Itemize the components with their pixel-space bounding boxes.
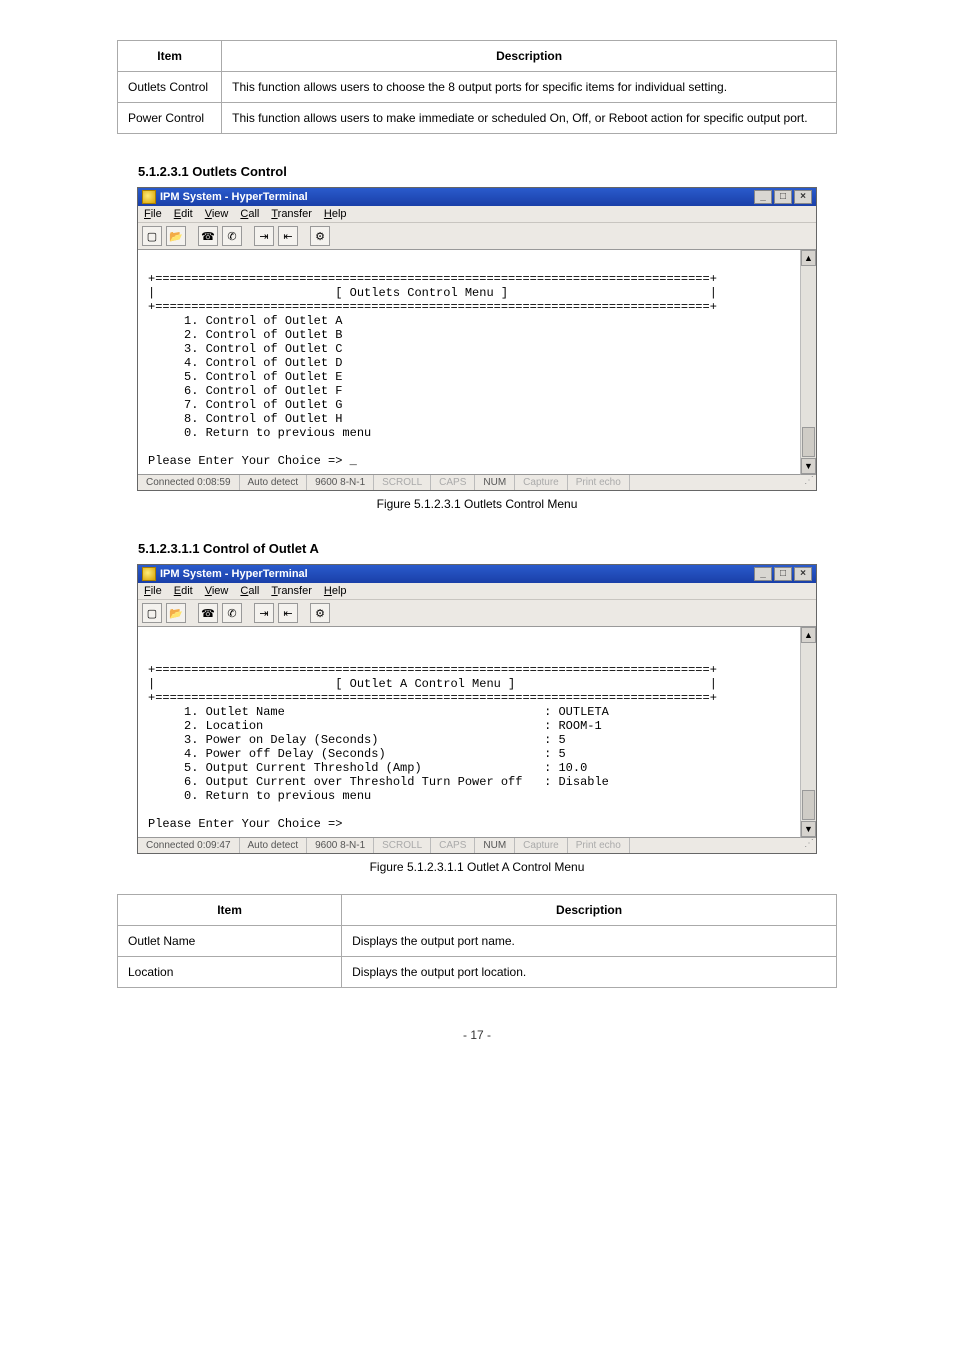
menu-transfer[interactable]: Transfer: [271, 585, 312, 597]
scroll-thumb[interactable]: [802, 790, 815, 820]
scroll-up-icon[interactable]: ▲: [801, 627, 816, 643]
table2-header-desc: Description: [342, 895, 837, 926]
app-icon: [142, 190, 156, 204]
menu-edit[interactable]: Edit: [174, 208, 193, 220]
resize-grip-icon[interactable]: ⋰: [800, 838, 816, 853]
connect-icon[interactable]: ☎: [198, 226, 218, 246]
toolbar: ▢ 📂 ☎ ✆ ⇥ ⇤ ⚙: [138, 600, 816, 627]
section-heading-outlet-a: 5.1.2.3.1.1 Control of Outlet A: [138, 541, 894, 556]
minimize-button[interactable]: _: [754, 190, 772, 204]
table-row: Location Displays the output port locati…: [118, 957, 837, 988]
table-row: Outlet Name Displays the output port nam…: [118, 926, 837, 957]
hyperterminal-window-1: IPM System - HyperTerminal _ □ × File Ed…: [137, 187, 817, 491]
open-icon[interactable]: 📂: [166, 603, 186, 623]
maximize-button[interactable]: □: [774, 190, 792, 204]
scroll-thumb[interactable]: [802, 427, 815, 457]
minimize-button[interactable]: _: [754, 567, 772, 581]
menubar: File Edit View Call Transfer Help: [138, 206, 816, 223]
table1-header-item: Item: [118, 41, 222, 72]
resize-grip-icon[interactable]: ⋰: [800, 475, 816, 490]
disconnect-icon[interactable]: ✆: [222, 226, 242, 246]
item-description-table-2: Item Description Outlet Name Displays th…: [117, 894, 837, 988]
scroll-up-icon[interactable]: ▲: [801, 250, 816, 266]
menu-view[interactable]: View: [205, 585, 229, 597]
open-icon[interactable]: 📂: [166, 226, 186, 246]
window-title: IPM System - HyperTerminal: [160, 191, 308, 203]
scroll-down-icon[interactable]: ▼: [801, 458, 816, 474]
toolbar: ▢ 📂 ☎ ✆ ⇥ ⇤ ⚙: [138, 223, 816, 250]
scroll-down-icon[interactable]: ▼: [801, 821, 816, 837]
new-icon[interactable]: ▢: [142, 226, 162, 246]
hyperterminal-window-2: IPM System - HyperTerminal _ □ × File Ed…: [137, 564, 817, 854]
status-connected: Connected 0:09:47: [138, 838, 240, 853]
titlebar[interactable]: IPM System - HyperTerminal _ □ ×: [138, 188, 816, 206]
table1-header-desc: Description: [222, 41, 837, 72]
menu-call[interactable]: Call: [240, 585, 259, 597]
properties-icon[interactable]: ⚙: [310, 226, 330, 246]
window-title: IPM System - HyperTerminal: [160, 568, 308, 580]
menu-transfer[interactable]: Transfer: [271, 208, 312, 220]
close-button[interactable]: ×: [794, 567, 812, 581]
menu-call[interactable]: Call: [240, 208, 259, 220]
titlebar[interactable]: IPM System - HyperTerminal _ □ ×: [138, 565, 816, 583]
menu-help[interactable]: Help: [324, 208, 347, 220]
terminal-output: +=======================================…: [138, 250, 800, 475]
connect-icon[interactable]: ☎: [198, 603, 218, 623]
menu-edit[interactable]: Edit: [174, 585, 193, 597]
table-row: Power Control This function allows users…: [118, 103, 837, 134]
section-heading-outlets-control: 5.1.2.3.1 Outlets Control: [138, 164, 894, 179]
app-icon: [142, 567, 156, 581]
table2-header-item: Item: [118, 895, 342, 926]
vertical-scrollbar[interactable]: ▲ ▼: [800, 627, 816, 838]
close-button[interactable]: ×: [794, 190, 812, 204]
receive-icon[interactable]: ⇤: [278, 226, 298, 246]
properties-icon[interactable]: ⚙: [310, 603, 330, 623]
menu-file[interactable]: File: [144, 208, 162, 220]
disconnect-icon[interactable]: ✆: [222, 603, 242, 623]
item-description-table-1: Item Description Outlets Control This fu…: [117, 40, 837, 134]
send-icon[interactable]: ⇥: [254, 226, 274, 246]
table-row: Outlets Control This function allows use…: [118, 72, 837, 103]
page-number: - 17 -: [60, 1028, 894, 1042]
menu-view[interactable]: View: [205, 208, 229, 220]
statusbar: Connected 0:09:47 Auto detect 9600 8-N-1…: [138, 838, 816, 853]
new-icon[interactable]: ▢: [142, 603, 162, 623]
send-icon[interactable]: ⇥: [254, 603, 274, 623]
figure-caption-2: Figure 5.1.2.3.1.1 Outlet A Control Menu: [60, 860, 894, 874]
statusbar: Connected 0:08:59 Auto detect 9600 8-N-1…: [138, 475, 816, 490]
menu-help[interactable]: Help: [324, 585, 347, 597]
receive-icon[interactable]: ⇤: [278, 603, 298, 623]
maximize-button[interactable]: □: [774, 567, 792, 581]
figure-caption-1: Figure 5.1.2.3.1 Outlets Control Menu: [60, 497, 894, 511]
menubar: File Edit View Call Transfer Help: [138, 583, 816, 600]
vertical-scrollbar[interactable]: ▲ ▼: [800, 250, 816, 475]
terminal-output: +=======================================…: [138, 627, 800, 838]
status-connected: Connected 0:08:59: [138, 475, 240, 490]
menu-file[interactable]: File: [144, 585, 162, 597]
